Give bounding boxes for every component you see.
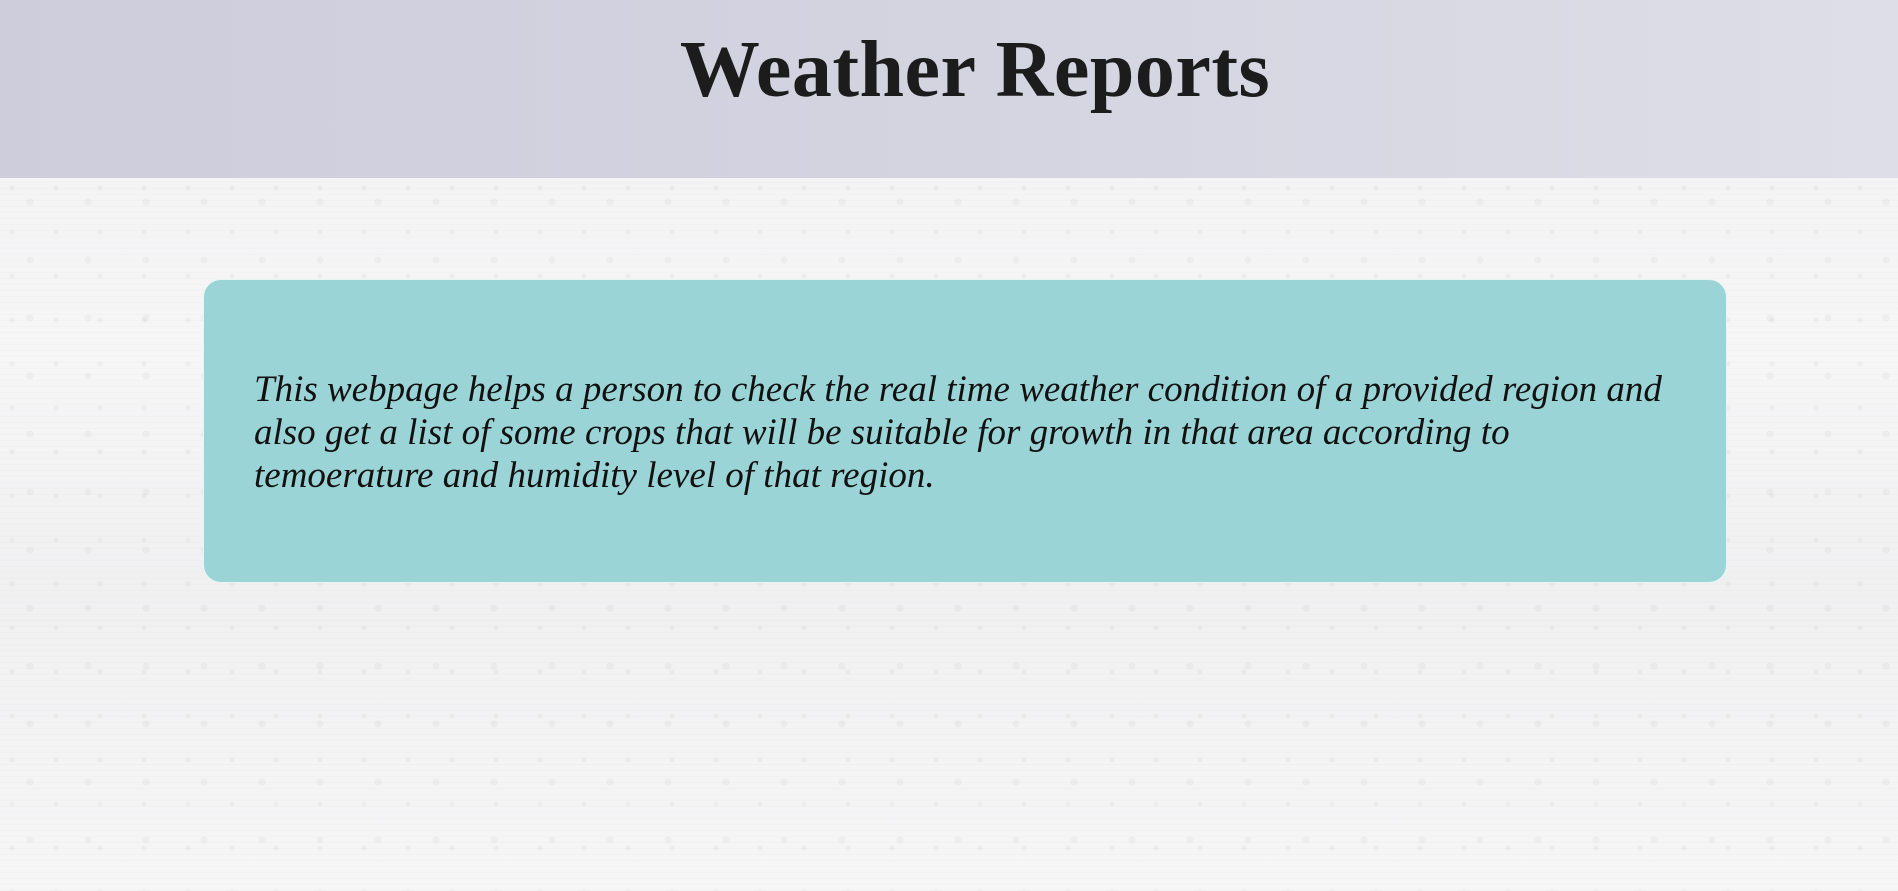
- page-title: Weather Reports: [679, 26, 1271, 114]
- info-card: This webpage helps a person to check the…: [203, 279, 1727, 583]
- header-banner: Weather Reports: [0, 0, 1898, 178]
- info-description: This webpage helps a person to check the…: [254, 369, 1662, 496]
